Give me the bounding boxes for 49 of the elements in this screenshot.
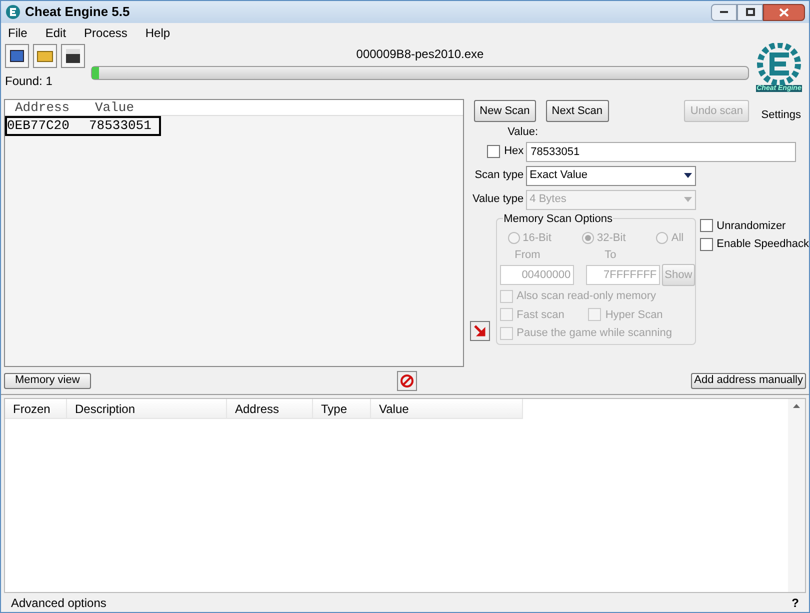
column-header[interactable]: Address (5, 98, 95, 118)
dropdown[interactable]: Exact Value (526, 166, 696, 186)
close-icon (779, 8, 789, 16)
arrow-icon (472, 324, 487, 338)
settings-link[interactable]: Settings (759, 106, 809, 123)
to-label: To (604, 248, 616, 262)
checkbox[interactable]: Hex (487, 143, 524, 160)
table-cell-text: 78533051 (89, 117, 152, 136)
column-header[interactable]: Description (67, 399, 227, 418)
no-entry-icon (400, 374, 414, 388)
close-button[interactable] (763, 4, 805, 20)
value-field[interactable]: 78533051 (526, 142, 796, 162)
field-label: Value type (471, 192, 525, 208)
folder-icon[interactable] (33, 44, 57, 68)
checkbox[interactable]: Unrandomizer (700, 218, 809, 234)
add-address-button[interactable]: Add address manually (691, 372, 806, 388)
menu-item[interactable]: File (5, 24, 30, 42)
stop-icon[interactable] (396, 370, 417, 390)
window-title: Cheat Engine 5.5 (25, 3, 130, 22)
column-header[interactable]: Frozen (5, 399, 67, 418)
column-header[interactable]: Type (313, 399, 371, 418)
process-name: 000009B8-pes2010.exe (356, 46, 484, 63)
maximize-button[interactable] (737, 4, 763, 20)
result-row[interactable]: 0EB77C20 78533051 (5, 116, 161, 136)
checkbox[interactable]: Enable Speedhack (700, 236, 809, 252)
memory-view-button[interactable]: Memory view (4, 372, 91, 388)
column-header[interactable]: Value (95, 98, 134, 118)
found-count: Found: 1 (5, 73, 54, 90)
help-link[interactable]: ? (792, 594, 799, 612)
caret-icon (684, 173, 692, 178)
menu-item[interactable]: Edit (42, 24, 70, 42)
arrow-button[interactable] (470, 320, 490, 340)
up-arrow-icon (793, 404, 800, 408)
field-label: Scan type (474, 168, 525, 184)
caret-icon (684, 197, 692, 202)
column-header[interactable]: Address (227, 399, 313, 418)
from-label: From (514, 248, 542, 262)
advanced-options-link[interactable]: Advanced options (11, 594, 106, 612)
menu-item[interactable]: Process (81, 24, 130, 42)
minimize-button[interactable] (711, 4, 737, 20)
scan-button[interactable]: Next Scan (546, 100, 609, 122)
value-label: Value: (508, 125, 540, 140)
save-icon[interactable] (61, 44, 85, 68)
scrollbar[interactable] (788, 399, 805, 592)
scan-button[interactable]: New Scan (474, 100, 536, 122)
column-header[interactable]: Value (371, 399, 523, 418)
menu-item[interactable]: Help (142, 24, 174, 42)
logo-icon (5, 4, 21, 20)
table-cell-text: 0EB77C20 (7, 117, 70, 136)
